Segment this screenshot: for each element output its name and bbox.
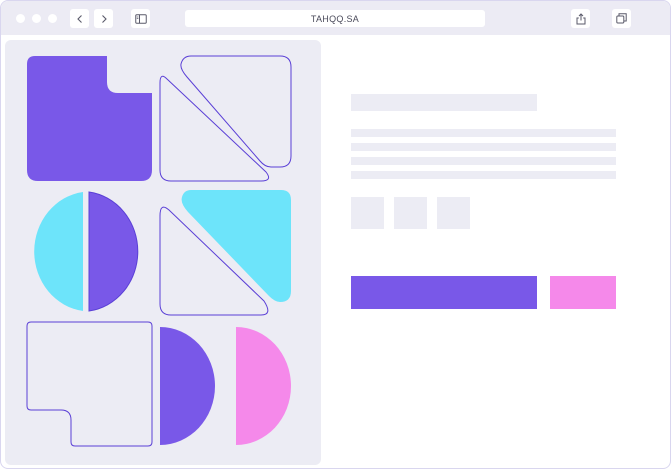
thumbnail-placeholder-2[interactable]	[394, 197, 427, 229]
browser-toolbar: TAHQQ.SA	[1, 1, 670, 35]
cyan-half-circle-shape	[34, 192, 83, 311]
window-minimize-dot[interactable]	[32, 14, 41, 23]
cyan-triangle-shape	[181, 190, 291, 302]
text-line-placeholder-3	[351, 157, 616, 165]
back-arrow-icon	[76, 14, 82, 23]
tabs-overview-button[interactable]	[612, 9, 631, 28]
purple-notched-square-shape	[27, 56, 152, 181]
address-url: TAHQQ.SA	[310, 13, 360, 24]
text-line-placeholder-2	[351, 143, 616, 151]
forward-arrow-icon	[101, 14, 107, 23]
outline-triangle-bottom-left-shape	[159, 75, 270, 182]
share-icon	[576, 12, 585, 24]
back-button[interactable]	[70, 9, 89, 28]
window-maximize-dot[interactable]	[48, 14, 57, 23]
thumbnail-placeholder-1[interactable]	[351, 197, 384, 229]
address-bar[interactable]: TAHQQ.SA	[185, 10, 485, 27]
secondary-action-button[interactable]	[550, 276, 616, 309]
primary-action-button[interactable]	[351, 276, 537, 309]
text-line-placeholder-1	[351, 129, 616, 137]
forward-button[interactable]	[94, 9, 113, 28]
outline-triangle-top-right-shape	[180, 55, 292, 168]
window-close-dot[interactable]	[16, 14, 25, 23]
browser-window: TAHQQ.SA	[0, 0, 671, 469]
geometric-illustration	[26, 55, 292, 447]
purple-half-disc-shape	[160, 327, 215, 445]
hero-illustration-panel	[5, 40, 321, 465]
sidebar-toggle-button[interactable]	[131, 9, 150, 28]
outline-notched-square-shape	[26, 321, 153, 447]
sidebar-icon	[134, 13, 147, 24]
tabs-icon	[616, 13, 627, 24]
share-button[interactable]	[571, 9, 590, 28]
text-line-placeholder-4	[351, 171, 616, 179]
thumbnail-placeholder-3[interactable]	[437, 197, 470, 229]
purple-half-circle-shape	[88, 191, 139, 312]
pink-half-disc-shape	[236, 327, 291, 445]
headline-placeholder	[351, 94, 537, 111]
